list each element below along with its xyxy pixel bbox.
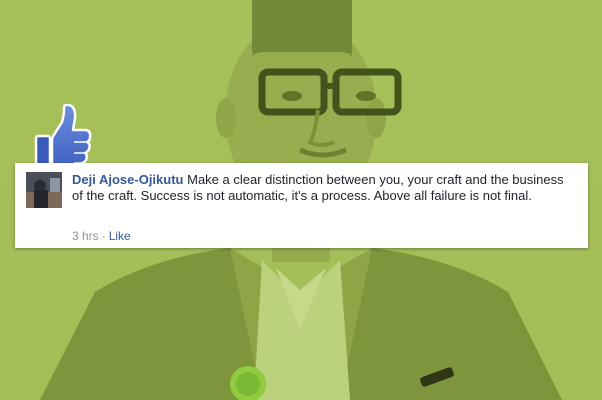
comment-timestamp[interactable]: 3 hrs (72, 229, 99, 243)
comment-body: Deji Ajose-Ojikutu Make a clear distinct… (72, 172, 572, 204)
avatar-image (26, 172, 62, 208)
user-avatar[interactable] (26, 172, 62, 208)
comment-author-link[interactable]: Deji Ajose-Ojikutu (72, 172, 183, 187)
like-button[interactable]: Like (109, 229, 131, 243)
comment-card: Deji Ajose-Ojikutu Make a clear distinct… (15, 163, 588, 248)
comment-meta: 3 hrs · Like (72, 229, 131, 243)
meta-separator: · (101, 229, 106, 243)
